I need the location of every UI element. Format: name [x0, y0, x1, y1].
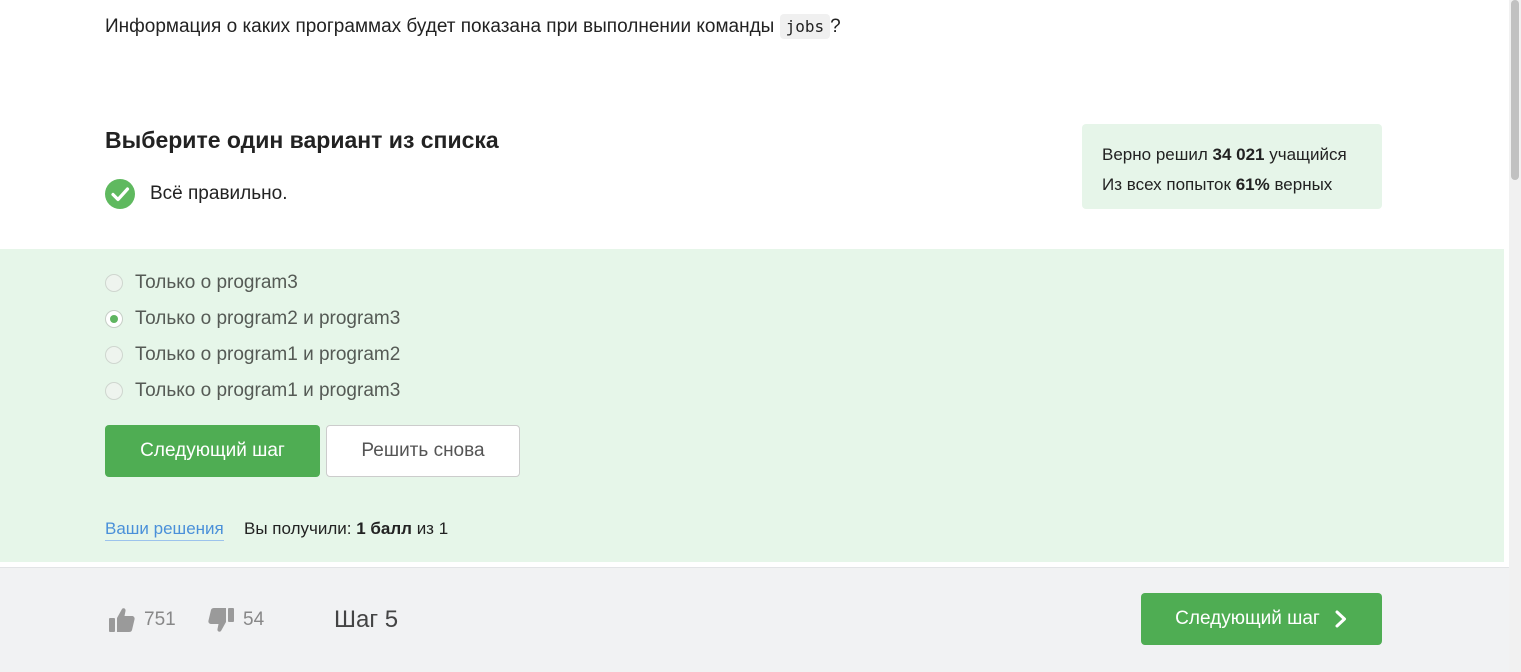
status-text: Всё правильно. [150, 183, 288, 204]
option-3[interactable]: Только о program1 и program2 [105, 343, 400, 367]
footer-next-step-button[interactable]: Следующий шаг [1141, 593, 1382, 645]
radio-button[interactable] [105, 382, 123, 400]
option-label: Только о program1 и program3 [135, 380, 401, 401]
footer-next-step-label: Следующий шаг [1175, 608, 1320, 629]
stats-solved-suffix: учащийся [1269, 145, 1347, 164]
radio-button[interactable] [105, 274, 123, 292]
stats-attempts-prefix: Из всех попыток [1102, 175, 1231, 194]
thumbs-up-icon [109, 608, 135, 632]
stats-attempts: Из всех попыток 61% верных [1102, 170, 1362, 200]
stats-solved: Верно решил 34 021 учащийся [1102, 140, 1362, 170]
radio-button-checked[interactable] [105, 310, 123, 328]
radio-button[interactable] [105, 346, 123, 364]
option-label: Только о program3 [135, 272, 298, 293]
answer-area [0, 249, 1504, 562]
stats-attempts-suffix: верных [1274, 175, 1333, 194]
step-label: Шаг 5 [334, 606, 399, 633]
scrollbar[interactable] [1509, 0, 1521, 672]
dislike-count: 54 [243, 609, 265, 630]
stats-panel: Верно решил 34 021 учащийся Из всех попы… [1082, 124, 1382, 209]
like-button[interactable]: 751 [108, 606, 176, 634]
like-count: 751 [144, 609, 176, 630]
option-label: Только о program1 и program2 [135, 344, 401, 365]
solve-again-button[interactable]: Решить снова [326, 425, 520, 477]
next-step-button[interactable]: Следующий шаг [105, 425, 320, 477]
score-prefix: Вы получили: [244, 519, 352, 538]
score-value: 1 балл [356, 519, 412, 538]
option-2[interactable]: Только о program2 и program3 [105, 307, 400, 331]
chevron-right-icon [1335, 610, 1346, 628]
dislike-button[interactable]: 54 [207, 606, 264, 634]
question-text: Информация о каких программах будет пока… [105, 13, 841, 41]
stats-solved-count: 34 021 [1212, 145, 1265, 164]
score-suffix: из 1 [416, 519, 449, 538]
option-label: Только о program2 и program3 [135, 308, 401, 329]
check-circle-icon [105, 179, 135, 209]
question-text-before: Информация о каких программах будет пока… [105, 16, 775, 37]
stats-solved-prefix: Верно решил [1102, 145, 1208, 164]
option-4[interactable]: Только о program1 и program3 [105, 379, 400, 403]
task-heading: Выберите один вариант из списка [105, 127, 499, 153]
result-status: Всё правильно. [105, 179, 287, 209]
thumbs-down-icon [208, 608, 234, 632]
scrollbar-thumb[interactable] [1511, 0, 1519, 180]
stats-attempts-percent: 61% [1235, 175, 1270, 194]
score-text: Вы получили: 1 балл из 1 [244, 518, 448, 540]
footer-bar: 751 54 Шаг 5 Следующий шаг [0, 567, 1509, 672]
option-1[interactable]: Только о program3 [105, 271, 298, 295]
your-solutions-link[interactable]: Ваши решения [105, 518, 224, 541]
question-code: jobs [779, 14, 831, 39]
question-text-after: ? [830, 16, 841, 37]
